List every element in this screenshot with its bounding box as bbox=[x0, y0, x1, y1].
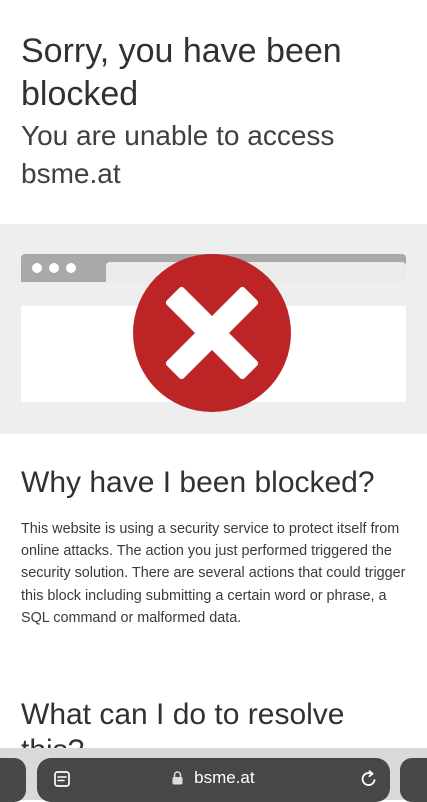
next-tab-button[interactable] bbox=[400, 758, 427, 802]
url-text: bsme.at bbox=[194, 768, 255, 787]
window-dot-icon bbox=[32, 263, 42, 273]
page-title: Sorry, you have been blocked bbox=[21, 32, 342, 113]
header-section: Sorry, you have been blocked You are una… bbox=[0, 0, 427, 224]
page-subtitle: You are unable to access bsme.at bbox=[21, 120, 335, 189]
why-blocked-heading: Why have I been blocked? bbox=[21, 466, 375, 499]
url-display[interactable]: bsme.at bbox=[37, 767, 390, 791]
lock-icon bbox=[172, 769, 183, 791]
browser-window-illustration bbox=[21, 254, 406, 412]
error-x-icon bbox=[133, 254, 291, 412]
reload-icon[interactable] bbox=[359, 769, 379, 794]
window-dot-icon bbox=[49, 263, 59, 273]
blocked-illustration bbox=[0, 224, 427, 434]
address-bar[interactable]: bsme.at bbox=[37, 758, 390, 802]
previous-tab-button[interactable] bbox=[0, 758, 26, 802]
content-section: Why have I been blocked? This website is… bbox=[0, 434, 427, 767]
browser-toolbar: bsme.at bbox=[0, 748, 427, 802]
window-dot-icon bbox=[66, 263, 76, 273]
why-blocked-text: This website is using a security service… bbox=[21, 521, 406, 626]
